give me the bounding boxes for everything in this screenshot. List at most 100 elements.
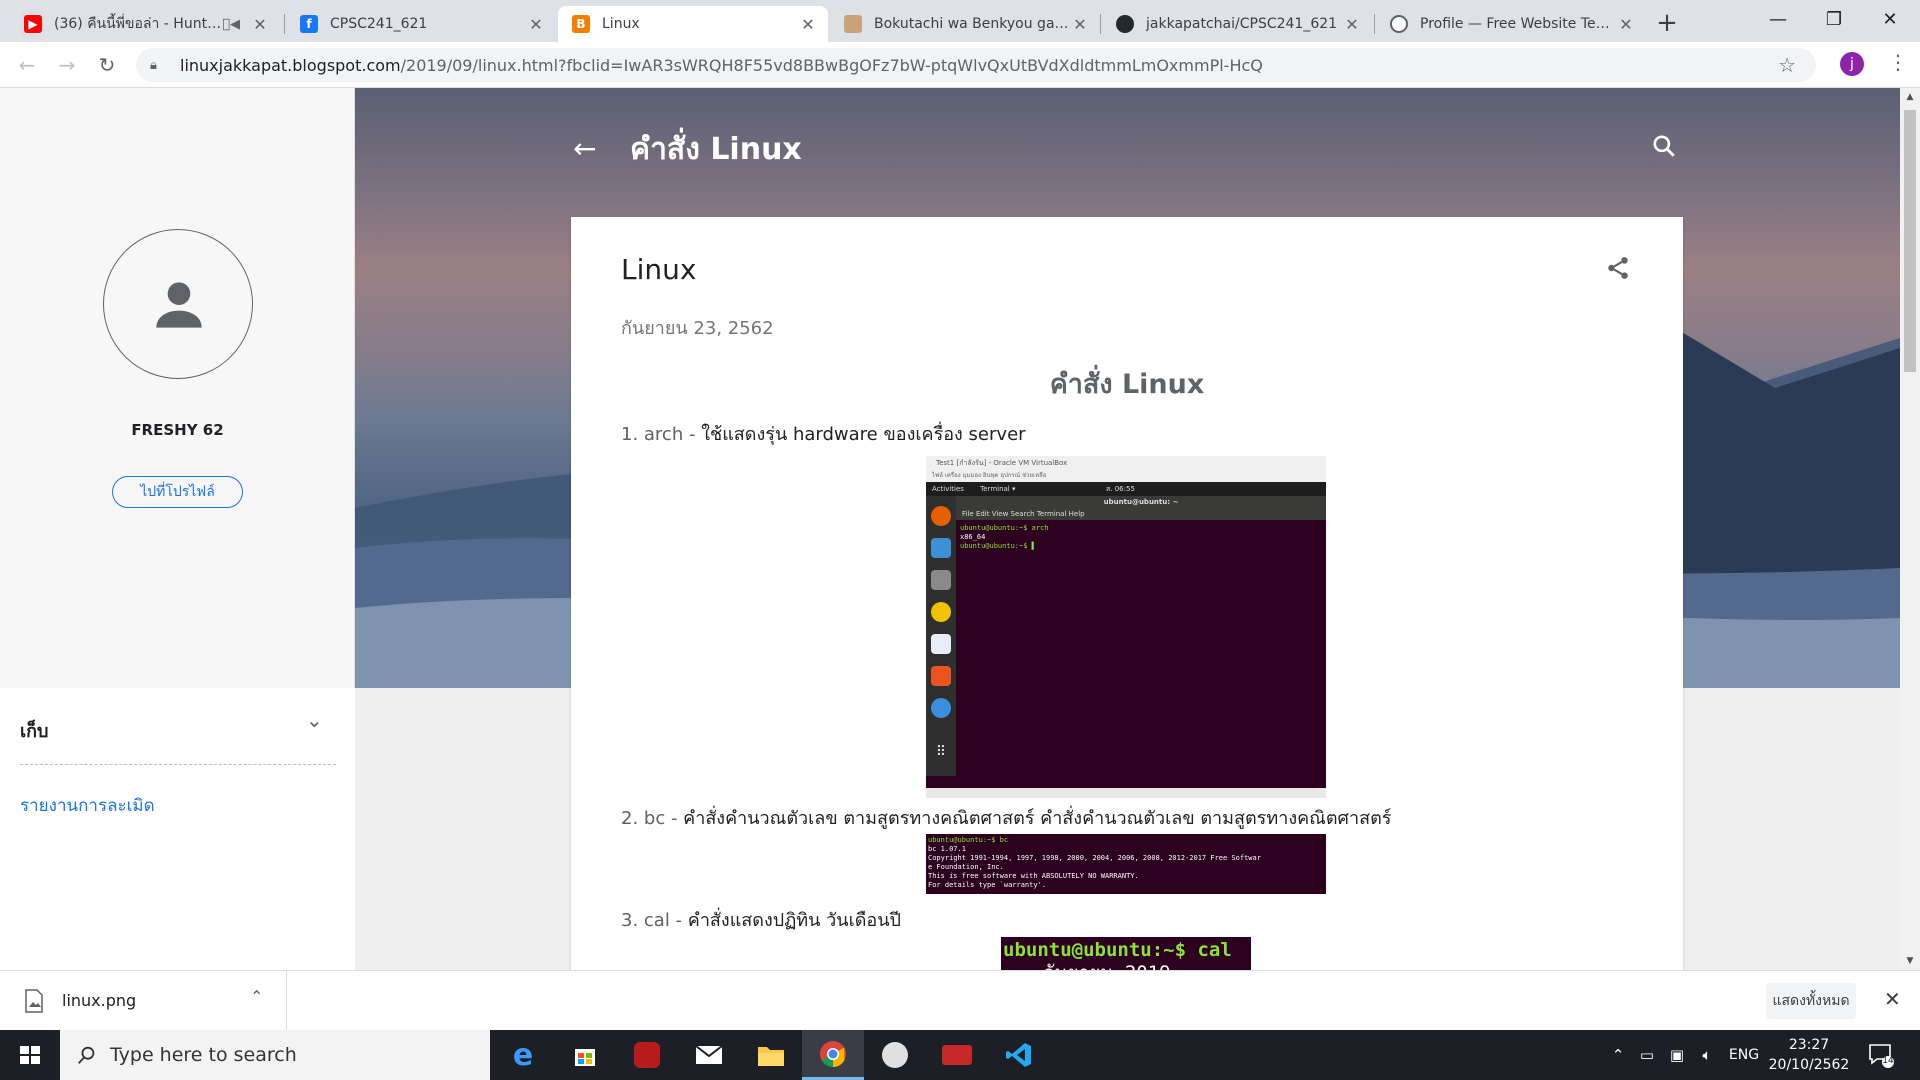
tab-divider [1374, 14, 1375, 34]
tab-title: jakkapatchai/CPSC241_621 [1146, 16, 1338, 32]
forward-button[interactable]: → [52, 50, 82, 80]
writer-icon [931, 634, 951, 654]
page-scrollbar[interactable]: ▲ ▼ [1900, 88, 1920, 970]
chrome-icon [820, 1040, 846, 1067]
speaker-muted-icon[interactable]: ◀ׅ [222, 17, 240, 32]
show-hidden-icons-icon[interactable]: ⌃ [1606, 1030, 1630, 1080]
close-window-button[interactable]: ✕ [1862, 0, 1918, 40]
support-app[interactable] [864, 1030, 926, 1080]
share-icon[interactable] [1605, 255, 1631, 281]
close-icon[interactable]: ✕ [1342, 15, 1362, 34]
avatar[interactable] [103, 229, 253, 379]
tab-linux[interactable]: B Linux ✕ [558, 6, 828, 42]
folder-icon [758, 1047, 784, 1066]
post-date: กันยายน 23, 2562 [621, 318, 774, 339]
chrome-app[interactable] [802, 1030, 864, 1080]
close-icon[interactable]: ✕ [250, 15, 270, 34]
blog-title[interactable]: คำสั่ง Linux [630, 126, 802, 173]
close-icon[interactable]: ✕ [526, 15, 546, 34]
bookmark-star-icon[interactable]: ☆ [1778, 53, 1796, 77]
back-arrow-icon[interactable]: ← [573, 132, 596, 165]
network-icon[interactable]: ▣ [1664, 1030, 1690, 1080]
rhythmbox-icon [931, 602, 951, 622]
tab-github[interactable]: jakkapatchai/CPSC241_621 ✕ [1102, 6, 1372, 42]
globe-icon [1390, 15, 1408, 33]
tab-facebook[interactable]: f CPSC241_621 ✕ [286, 6, 556, 42]
terminal-line: ubuntu@ubuntu:~$ arch [960, 524, 1049, 532]
close-icon[interactable]: ✕ [1616, 15, 1636, 34]
taskbar-clock[interactable]: 23:27 20/10/2562 [1764, 1035, 1854, 1075]
cal-screenshot[interactable]: ubuntu@ubuntu:~$ cal กันยายน 2019 [1001, 937, 1251, 970]
download-bar: linux.png ⌃ แสดงทั้งหมด ✕ [0, 970, 1920, 1031]
show-all-button[interactable]: แสดงทั้งหมด [1766, 983, 1856, 1019]
vm-menu: ไฟล์ เครื่อง มุมมอง อินพุต อุปกรณ์ ช่วยเ… [926, 470, 1326, 482]
minimize-button[interactable]: — [1750, 0, 1806, 40]
new-tab-button[interactable]: + [1651, 8, 1683, 40]
vscode-app[interactable] [988, 1030, 1050, 1080]
owner-name: FRESHY 62 [131, 421, 224, 439]
profile-avatar[interactable]: j [1840, 52, 1864, 76]
close-icon[interactable]: ✕ [798, 15, 818, 34]
download-item[interactable]: linux.png ⌃ [0, 971, 287, 1031]
arch-screenshot[interactable]: Test1 [กำลังรัน] - Oracle VM VirtualBox … [926, 456, 1326, 798]
notification-center-button[interactable]: 14 [1868, 1042, 1894, 1072]
terminal-line: ubuntu@ubuntu:~$ cal [1003, 939, 1232, 961]
tab-bokutachi[interactable]: Bokutachi wa Benkyou ga De ✕ [830, 6, 1100, 42]
battery-icon[interactable]: ▭ [1634, 1030, 1660, 1080]
scroll-up-arrow[interactable]: ▲ [1900, 92, 1920, 102]
scrollbar-thumb[interactable] [1904, 110, 1916, 372]
chevron-down-icon[interactable]: ⌄ [306, 708, 323, 732]
post-title: Linux [621, 253, 697, 286]
terminal-line: ubuntu@ubuntu:~$ ▌ [960, 542, 1036, 550]
post-card: Linux กันยายน 23, 2562 คำสั่ง Linux 1. a… [571, 217, 1683, 970]
vm-clock: ส. 06:55 [1106, 485, 1135, 493]
search-icon[interactable] [1651, 133, 1677, 159]
tab-youtube[interactable]: ▶ (36) คืนนี้พี่ขอล่า - Hunt: Sh ◀ׅ ✕ [10, 6, 280, 42]
report-abuse-link[interactable]: รายงานการละเมิด [20, 792, 155, 819]
item-separator: - [683, 424, 702, 445]
lock-icon[interactable]: 🔒︎ [150, 58, 168, 73]
notification-badge: 14 [1882, 1056, 1894, 1066]
vm-statusbar [926, 788, 1326, 798]
archive-title[interactable]: เก็บ [20, 716, 48, 745]
garena-app[interactable] [616, 1030, 678, 1080]
store-icon [575, 1049, 595, 1066]
visit-profile-button[interactable]: ไปที่โปรไฟล์ [112, 476, 243, 508]
tab-title: CPSC241_621 [330, 16, 428, 32]
taskbar-search[interactable]: Type here to search [60, 1030, 490, 1080]
address-bar[interactable]: 🔒︎ linuxjakkapat.blogspot.com/2019/09/li… [136, 48, 1816, 82]
firefox-icon [931, 506, 951, 526]
files-icon [931, 570, 951, 590]
help-icon [931, 698, 951, 718]
chevron-up-icon[interactable]: ⌃ [250, 987, 263, 1006]
volume-icon[interactable]: 🔈︎ [1694, 1030, 1720, 1080]
tab-profile-template[interactable]: Profile — Free Website Temp ✕ [1376, 6, 1646, 42]
image-file-icon [25, 989, 43, 1013]
facebook-icon: f [300, 15, 318, 33]
tab-title: Profile — Free Website Temp [1420, 16, 1616, 32]
terminal-line: ubuntu@ubuntu:~$ bc [928, 836, 1009, 844]
language-indicator[interactable]: ENG [1724, 1030, 1764, 1080]
close-icon[interactable]: ✕ [1884, 987, 1901, 1011]
browser-menu-icon[interactable]: ⋮ [1888, 50, 1908, 74]
edge-app[interactable]: e [492, 1030, 554, 1080]
scroll-down-arrow[interactable]: ▼ [1900, 956, 1920, 966]
store-app[interactable] [554, 1030, 616, 1080]
explorer-app[interactable] [740, 1030, 802, 1080]
game-app[interactable] [926, 1030, 988, 1080]
search-placeholder: Type here to search [110, 1044, 297, 1066]
tab-strip: ▶ (36) คืนนี้พี่ขอล่า - Hunt: Sh ◀ׅ ✕ f … [0, 0, 1920, 42]
terminal-line: This is free software with ABSOLUTELY NO… [928, 872, 1139, 880]
bc-screenshot[interactable]: ubuntu@ubuntu:~$ bc bc 1.07.1 Copyright … [926, 834, 1326, 894]
close-icon[interactable]: ✕ [1070, 15, 1090, 34]
terminal-header: ubuntu@ubuntu: ~ File Edit View Search T… [956, 496, 1326, 520]
restore-button[interactable]: ❐ [1806, 0, 1862, 40]
back-button[interactable]: ← [12, 50, 42, 80]
windows-taskbar: Type here to search e ⌃ ▭ ▣ 🔈︎ ENG 23:27… [0, 1030, 1920, 1080]
tab-title: Linux [602, 16, 640, 32]
mail-app[interactable] [678, 1030, 740, 1080]
vm-titlebar: Test1 [กำลังรัน] - Oracle VM VirtualBox [926, 456, 1326, 470]
terminal-menubar: File Edit View Search Terminal Help [962, 510, 1085, 518]
start-button[interactable] [0, 1030, 60, 1080]
reload-button[interactable]: ↻ [92, 50, 122, 80]
